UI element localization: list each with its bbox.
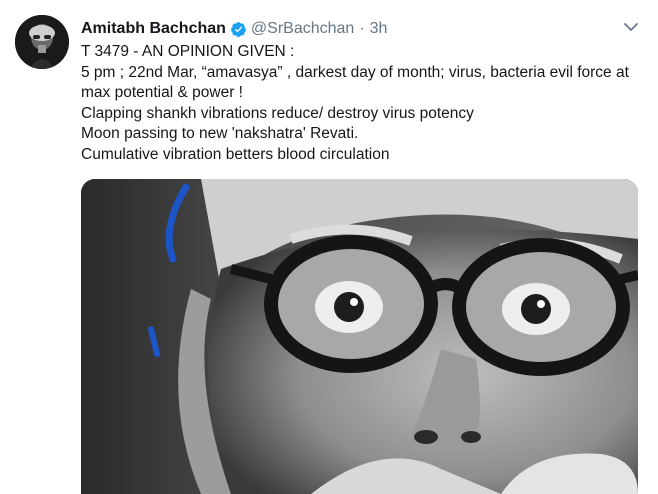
tweet-text-line: Cumulative vibration betters blood circu…: [81, 145, 390, 163]
tweet-photo[interactable]: [81, 179, 638, 494]
tweet-header: Amitabh Bachchan @SrBachchan · 3h: [81, 17, 618, 41]
author-name[interactable]: Amitabh Bachchan: [81, 20, 226, 38]
tweet-text-line: Clapping shankh vibrations reduce/ destr…: [81, 104, 474, 122]
author-handle[interactable]: @SrBachchan: [251, 20, 354, 38]
tweet-text: T 3479 - AN OPINION GIVEN : 5 pm ; 22nd …: [81, 42, 641, 165]
tweet-text-line: T 3479 - AN OPINION GIVEN :: [81, 43, 295, 60]
header-separator: ·: [359, 20, 365, 37]
tweet-card: Amitabh Bachchan @SrBachchan · 3h T 3479…: [0, 0, 658, 494]
tweet-text-line: Moon passing to new 'nakshatra' Revati.: [81, 125, 359, 142]
verified-badge-icon: [230, 21, 247, 38]
tweet-timestamp[interactable]: 3h: [370, 20, 388, 38]
chevron-down-icon[interactable]: [622, 18, 640, 36]
tweet-text-line: 5 pm ; 22nd Mar, “amavasya” , darkest da…: [81, 63, 629, 102]
avatar[interactable]: [15, 15, 69, 69]
